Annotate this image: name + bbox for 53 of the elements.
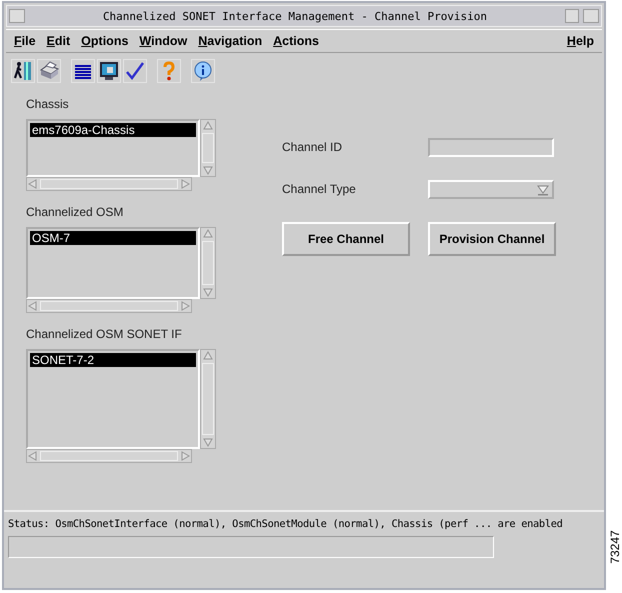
dropdown-arrow-icon[interactable]	[537, 184, 549, 196]
list-item[interactable]: SONET-7-2	[30, 353, 196, 367]
list-icon[interactable]	[71, 59, 95, 83]
input-field[interactable]	[428, 138, 554, 156]
field-label: Channel Type	[282, 182, 357, 196]
dropdown[interactable]	[428, 180, 554, 198]
horizontal-scrollbar[interactable]	[26, 177, 192, 191]
figure-id: 73247	[608, 529, 622, 566]
window-menu-button[interactable]	[9, 9, 25, 23]
monitor-icon[interactable]	[97, 59, 121, 83]
menu-item[interactable]: Window	[139, 34, 188, 48]
menu-item[interactable]: Edit	[46, 34, 70, 48]
scroll-right-icon[interactable]	[181, 179, 190, 189]
list-item[interactable]: OSM-7	[30, 231, 196, 245]
maximize-button[interactable]	[583, 9, 599, 23]
printer-icon[interactable]	[37, 59, 61, 83]
list-box[interactable]: SONET-7-2	[26, 349, 200, 449]
exit-icon[interactable]	[11, 59, 35, 83]
checkmark-icon[interactable]	[123, 59, 147, 83]
action-button[interactable]: Provision Channel	[428, 222, 556, 256]
list-item[interactable]: ems7609a-Chassis	[30, 123, 196, 137]
field-label: Channel ID	[282, 140, 344, 154]
scroll-down-icon[interactable]	[203, 438, 213, 447]
horizontal-scrollbar[interactable]	[26, 299, 192, 313]
scroll-right-icon[interactable]	[181, 451, 190, 461]
info-icon[interactable]	[191, 59, 215, 83]
list-label: Channelized OSM SONET IF	[26, 327, 183, 341]
minimize-button[interactable]	[565, 9, 579, 23]
action-button[interactable]: Free Channel	[282, 222, 410, 256]
scroll-left-icon[interactable]	[28, 301, 37, 311]
menu-item[interactable]: Navigation	[198, 34, 262, 48]
vertical-scrollbar[interactable]	[200, 119, 216, 177]
menu-item[interactable]: File	[14, 34, 36, 48]
menu-item[interactable]: Options	[81, 34, 128, 48]
scroll-down-icon[interactable]	[203, 166, 213, 175]
vertical-scrollbar[interactable]	[200, 349, 216, 449]
horizontal-scrollbar[interactable]	[26, 449, 192, 463]
vertical-scrollbar[interactable]	[200, 227, 216, 299]
window-title: Channelized SONET Interface Management - Channel Provision	[102, 10, 488, 22]
help-menu[interactable]: Help	[566, 34, 594, 48]
help-icon[interactable]	[157, 59, 181, 83]
scroll-left-icon[interactable]	[28, 179, 37, 189]
status-text: Status: OsmChSonetInterface (normal), OsmChSonetModule (normal), Chassis (perf ... are enabled	[8, 518, 564, 530]
scroll-up-icon[interactable]	[203, 351, 213, 360]
scroll-up-icon[interactable]	[203, 229, 213, 238]
list-label: Channelized OSM	[26, 205, 124, 219]
scroll-up-icon[interactable]	[203, 121, 213, 130]
scroll-left-icon[interactable]	[28, 451, 37, 461]
list-box[interactable]: OSM-7	[26, 227, 200, 299]
scroll-right-icon[interactable]	[181, 301, 190, 311]
list-label: Chassis	[26, 97, 70, 111]
menu-item[interactable]: Actions	[273, 34, 319, 48]
scroll-down-icon[interactable]	[203, 288, 213, 297]
